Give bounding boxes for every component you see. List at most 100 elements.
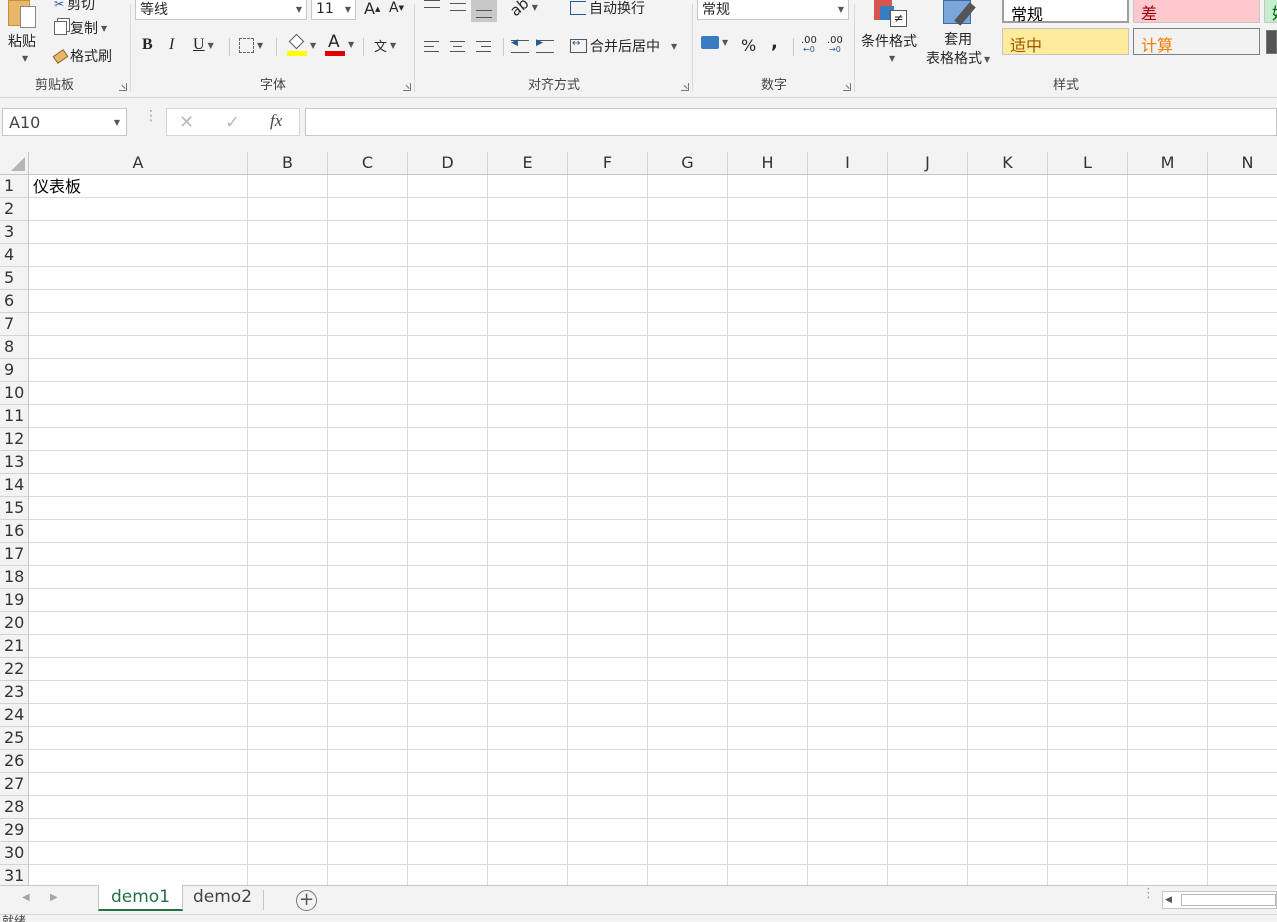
next-sheet-icon[interactable]: ▶ (50, 892, 58, 903)
row-header-29[interactable]: 29 (0, 819, 28, 842)
paste-dropdown-icon[interactable]: ▼ (22, 54, 28, 63)
number-launcher-icon[interactable] (843, 83, 851, 91)
column-header-k[interactable]: K (968, 152, 1048, 174)
column-header-g[interactable]: G (648, 152, 728, 174)
horizontal-scrollbar[interactable]: ◀ (1162, 891, 1277, 909)
merge-center-button[interactable]: ↔ 合并后居中 ▼ (570, 36, 677, 56)
column-header-i[interactable]: I (808, 152, 888, 174)
grow-font-button[interactable]: A ▲ (364, 0, 380, 18)
column-header-b[interactable]: B (248, 152, 328, 174)
comma-button[interactable]: , (771, 32, 778, 53)
column-header-l[interactable]: L (1048, 152, 1128, 174)
styles-more-icon[interactable] (1266, 30, 1277, 54)
row-header-12[interactable]: 12 (0, 428, 28, 451)
orientation-button[interactable]: ab ▼ (506, 0, 537, 20)
align-top-icon[interactable] (424, 0, 440, 8)
decrease-decimal-button[interactable]: .00 →0 (827, 36, 843, 55)
column-header-e[interactable]: E (488, 152, 568, 174)
fx-icon[interactable]: fx (270, 111, 282, 131)
table-format-button[interactable]: 套用 表格格式 ▼ (926, 31, 990, 69)
row-header-5[interactable]: 5 (0, 267, 28, 290)
sheet-tab-demo1[interactable]: demo1 (98, 885, 184, 911)
cells-area[interactable]: 仪表板 (29, 175, 1277, 885)
align-right-icon[interactable] (476, 41, 491, 52)
column-header-h[interactable]: H (728, 152, 808, 174)
shrink-font-button[interactable]: A ▼ (389, 0, 404, 16)
align-left-icon[interactable] (424, 41, 439, 52)
scrollbar-thumb[interactable] (1181, 894, 1276, 906)
table-format-icon[interactable] (943, 0, 983, 28)
paste-icon[interactable] (8, 0, 44, 28)
row-header-3[interactable]: 3 (0, 221, 28, 244)
borders-button[interactable]: ▼ (239, 38, 263, 53)
style-bad[interactable]: 差 (1133, 0, 1260, 23)
style-normal[interactable]: 常规 (1002, 0, 1129, 24)
fill-color-button[interactable]: ▼ (287, 33, 316, 56)
font-launcher-icon[interactable] (403, 83, 411, 91)
column-header-n[interactable]: N (1208, 152, 1277, 174)
row-header-14[interactable]: 14 (0, 474, 28, 497)
conditional-format-button[interactable]: 条件格式 (861, 31, 917, 51)
font-size-select[interactable]: 11 ▼ (311, 0, 356, 20)
clipboard-launcher-icon[interactable] (119, 83, 127, 91)
align-center-icon[interactable] (450, 41, 465, 52)
increase-indent-icon[interactable]: ▶ (536, 38, 554, 53)
increase-decimal-button[interactable]: .00 ←0 (801, 36, 817, 55)
accounting-format-button[interactable]: ▼ (701, 36, 728, 49)
decrease-indent-icon[interactable]: ◀ (511, 38, 529, 53)
font-color-button[interactable]: A ▼ (325, 32, 354, 56)
italic-button[interactable]: I (169, 36, 174, 54)
wrap-text-button[interactable]: 自动换行 (570, 0, 645, 18)
row-header-19[interactable]: 19 (0, 589, 28, 612)
row-header-1[interactable]: 1 (0, 175, 28, 198)
row-header-30[interactable]: 30 (0, 842, 28, 865)
row-header-6[interactable]: 6 (0, 290, 28, 313)
row-header-28[interactable]: 28 (0, 796, 28, 819)
format-painter-button[interactable]: 格式刷 (52, 46, 112, 66)
font-name-select[interactable]: 等线 ▼ (135, 0, 307, 20)
cut-button[interactable]: ✂ 剪切 (54, 0, 95, 14)
row-header-23[interactable]: 23 (0, 681, 28, 704)
column-header-d[interactable]: D (408, 152, 488, 174)
underline-button[interactable]: U ▼ (193, 36, 214, 54)
row-header-15[interactable]: 15 (0, 497, 28, 520)
row-header-22[interactable]: 22 (0, 658, 28, 681)
row-header-26[interactable]: 26 (0, 750, 28, 773)
row-header-31[interactable]: 31 (0, 865, 28, 885)
enter-icon[interactable]: ✓ (225, 112, 240, 133)
paste-button[interactable]: 粘贴 (8, 31, 36, 51)
row-header-27[interactable]: 27 (0, 773, 28, 796)
name-box[interactable]: A10 ▼ (2, 108, 127, 136)
row-header-17[interactable]: 17 (0, 543, 28, 566)
style-neutral[interactable]: 适中 (1002, 28, 1129, 55)
column-header-a[interactable]: A (29, 152, 248, 174)
style-calc[interactable]: 计算 (1133, 28, 1260, 55)
phonetic-button[interactable]: 文 ▼ (374, 36, 396, 55)
row-header-10[interactable]: 10 (0, 382, 28, 405)
row-header-25[interactable]: 25 (0, 727, 28, 750)
copy-button[interactable]: 复制 ▼ (54, 18, 107, 38)
select-all-corner[interactable] (0, 152, 29, 174)
row-header-16[interactable]: 16 (0, 520, 28, 543)
column-header-c[interactable]: C (328, 152, 408, 174)
align-middle-icon[interactable] (450, 3, 466, 11)
row-header-20[interactable]: 20 (0, 612, 28, 635)
cell-a1[interactable]: 仪表板 (33, 176, 81, 198)
bold-button[interactable]: B (142, 36, 153, 54)
row-header-2[interactable]: 2 (0, 198, 28, 221)
number-format-select[interactable]: 常规 ▼ (697, 0, 849, 20)
column-header-f[interactable]: F (568, 152, 648, 174)
prev-sheet-icon[interactable]: ◀ (22, 892, 30, 903)
chevron-down-icon[interactable]: ▼ (889, 54, 895, 63)
row-header-18[interactable]: 18 (0, 566, 28, 589)
column-header-m[interactable]: M (1128, 152, 1208, 174)
formula-input[interactable] (305, 108, 1277, 136)
align-bottom-icon[interactable] (471, 0, 497, 22)
row-header-9[interactable]: 9 (0, 359, 28, 382)
conditional-format-icon[interactable]: ≠ (874, 0, 910, 28)
row-header-13[interactable]: 13 (0, 451, 28, 474)
scroll-split-handle-icon[interactable]: ⋮ (1142, 887, 1155, 900)
row-header-21[interactable]: 21 (0, 635, 28, 658)
percent-button[interactable]: % (741, 36, 756, 55)
style-good[interactable]: 好 (1264, 0, 1277, 23)
